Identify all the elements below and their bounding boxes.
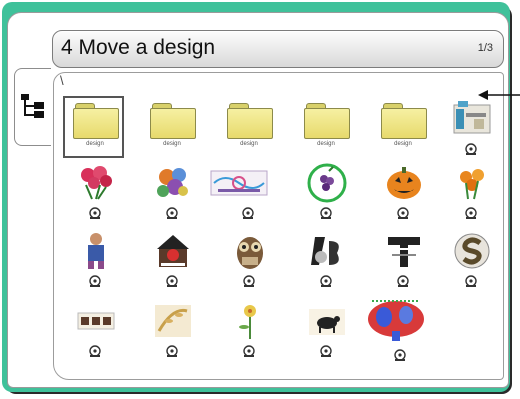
- title-bar: 4 Move a design 1/3: [52, 30, 504, 68]
- disk-icon: [465, 143, 477, 155]
- design-item[interactable]: [141, 229, 203, 295]
- design-item[interactable]: [141, 299, 203, 365]
- design-item[interactable]: [141, 161, 203, 227]
- disk-icon: [465, 207, 477, 219]
- design-flower-thumbnail: [239, 305, 256, 339]
- design-item[interactable]: [440, 229, 502, 295]
- folder-label: design: [163, 141, 181, 147]
- design-map-thumbnail: [368, 300, 424, 341]
- design-item[interactable]: [218, 229, 280, 295]
- design-display-thumbnail: [453, 101, 491, 134]
- disk-icon: [242, 207, 254, 219]
- disk-icon: [397, 207, 409, 219]
- design-item[interactable]: [295, 299, 357, 365]
- page-indicator: 1/3: [477, 42, 493, 54]
- current-path: \: [60, 73, 64, 88]
- folder-icon: [304, 103, 350, 139]
- design-cow-thumbnail: [309, 309, 345, 335]
- design-item[interactable]: [440, 97, 502, 163]
- design-pumpkin-thumbnail: [387, 167, 421, 199]
- design-letters-thumbnail: [311, 237, 339, 265]
- design-floral-thumbnail: [157, 168, 188, 197]
- design-item[interactable]: [218, 299, 280, 365]
- callout-arrow-icon: [478, 90, 520, 100]
- disk-icon: [89, 207, 101, 219]
- folder-item[interactable]: design: [372, 97, 434, 163]
- design-leaf-thumbnail: [155, 305, 191, 337]
- design-tulips-thumbnail: [460, 169, 484, 200]
- folder-icon: [381, 103, 427, 139]
- design-item[interactable]: [372, 229, 434, 295]
- design-labels-thumbnail: [77, 312, 115, 330]
- design-t-logo-thumbnail: [388, 237, 420, 267]
- design-item[interactable]: [64, 161, 126, 227]
- selection-box: [63, 96, 124, 158]
- design-s-logo-thumbnail: [454, 233, 490, 269]
- design-item[interactable]: [362, 295, 438, 361]
- design-item[interactable]: [440, 161, 502, 227]
- disk-icon: [465, 275, 477, 287]
- file-browser: \ design design design design design: [53, 72, 504, 380]
- disk-icon: [89, 345, 101, 357]
- tree-icon: [21, 94, 44, 118]
- disk-icon: [89, 275, 101, 287]
- folder-item[interactable]: design: [295, 97, 357, 163]
- folder-icon: [150, 103, 196, 139]
- design-item[interactable]: [64, 229, 126, 295]
- page-title: 4 Move a design: [61, 36, 216, 59]
- design-border-thumbnail: [210, 170, 268, 196]
- disk-icon: [394, 349, 406, 361]
- folder-item[interactable]: design: [141, 97, 203, 163]
- disk-icon: [243, 275, 255, 287]
- disk-icon: [166, 275, 178, 287]
- design-item[interactable]: [372, 161, 434, 227]
- design-item[interactable]: [295, 161, 357, 227]
- disk-icon: [243, 345, 255, 357]
- disk-icon: [166, 345, 178, 357]
- folder-label: design: [240, 141, 258, 147]
- design-owl-thumbnail: [237, 237, 263, 269]
- design-item[interactable]: [208, 161, 288, 227]
- folder-tree-tab[interactable]: [14, 68, 51, 146]
- folder-label: design: [317, 141, 335, 147]
- design-figure-thumbnail: [88, 233, 104, 269]
- folder-label: design: [394, 141, 412, 147]
- folder-item[interactable]: design: [218, 97, 280, 163]
- disk-icon: [397, 275, 409, 287]
- design-item[interactable]: [64, 299, 126, 365]
- design-grapes-thumbnail: [307, 163, 347, 203]
- disk-icon: [320, 275, 332, 287]
- disk-icon: [166, 207, 178, 219]
- design-house-thumbnail: [157, 235, 189, 267]
- disk-icon: [320, 345, 332, 357]
- design-roses-thumbnail: [81, 166, 112, 200]
- design-item[interactable]: [295, 229, 357, 295]
- folder-icon: [227, 103, 273, 139]
- disk-icon: [320, 207, 332, 219]
